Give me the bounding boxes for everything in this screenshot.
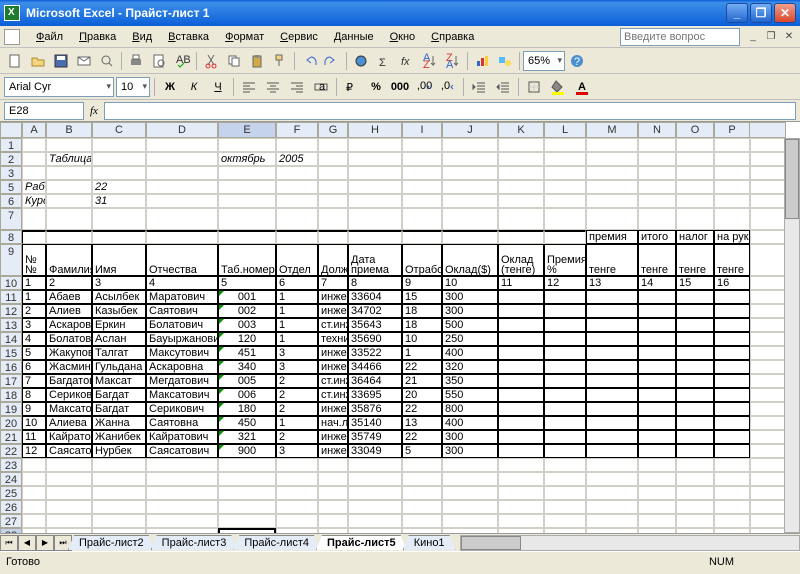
svg-text:a: a — [319, 81, 326, 93]
formatting-toolbar: Arial Cyr 10 Ж К Ч a ₽ % 000 ,00 ,0 A — [0, 74, 800, 100]
svg-text:?: ? — [574, 56, 580, 68]
sheet-tab[interactable]: Прайс-лист2 — [68, 535, 155, 550]
worksheet-area[interactable]: ABCDEFGHIJKLMNOP12Таблица расчета зарпла… — [0, 122, 800, 533]
horizontal-scrollbar[interactable] — [460, 535, 800, 551]
sheet-tab[interactable]: Прайс-лист3 — [151, 535, 238, 550]
menu-Вставка[interactable]: Вставка — [160, 29, 217, 45]
menu-bar: ФайлПравкаВидВставкаФорматСервисДанныеОк… — [0, 26, 800, 48]
dec-decimal-icon[interactable]: ,0 — [437, 76, 459, 98]
window-title: Microsoft Excel - Прайст-лист 1 — [26, 6, 726, 20]
sort-desc-icon[interactable]: ZA — [442, 50, 464, 72]
copy-icon[interactable] — [223, 50, 245, 72]
save-icon[interactable] — [50, 50, 72, 72]
title-bar: Microsoft Excel - Прайст-лист 1 _ ❐ ✕ — [0, 0, 800, 26]
zoom-combo[interactable]: 65% — [523, 51, 565, 71]
svg-text:Σ: Σ — [379, 57, 386, 69]
sort-asc-icon[interactable]: AZ — [419, 50, 441, 72]
cut-icon[interactable] — [200, 50, 222, 72]
align-center-icon[interactable] — [262, 76, 284, 98]
font-color-icon[interactable]: A — [571, 76, 593, 98]
open-icon[interactable] — [27, 50, 49, 72]
autosum-icon[interactable]: Σ — [373, 50, 395, 72]
comma-icon[interactable]: 000 — [389, 76, 411, 98]
drawing-icon[interactable] — [494, 50, 516, 72]
vertical-scrollbar[interactable] — [784, 138, 800, 533]
sheet-tab-bar: ⏮ ◀ ▶ ⏭ Прайс-лист2Прайс-лист3Прайс-лист… — [0, 533, 800, 551]
print-icon[interactable] — [125, 50, 147, 72]
chart-icon[interactable] — [471, 50, 493, 72]
formula-bar: E28 fx — [0, 100, 800, 122]
status-text: Готово — [6, 556, 40, 568]
name-box[interactable]: E28 — [4, 102, 84, 120]
new-icon[interactable] — [4, 50, 26, 72]
svg-text:,00: ,00 — [417, 80, 432, 92]
svg-text:fx: fx — [401, 56, 410, 68]
borders-icon[interactable] — [523, 76, 545, 98]
currency-icon[interactable]: ₽ — [341, 76, 363, 98]
menu-Сервис[interactable]: Сервис — [272, 29, 326, 45]
svg-text:₽: ₽ — [346, 82, 353, 94]
dec-indent-icon[interactable] — [468, 76, 490, 98]
redo-icon[interactable] — [321, 50, 343, 72]
align-left-icon[interactable] — [238, 76, 260, 98]
underline-button[interactable]: Ч — [207, 76, 229, 98]
doc-minimize-button[interactable]: _ — [746, 30, 760, 44]
inc-decimal-icon[interactable]: ,00 — [413, 76, 435, 98]
close-button[interactable]: ✕ — [774, 3, 796, 23]
sheet-tab[interactable]: Прайс-лист4 — [233, 535, 320, 550]
menu-Формат[interactable]: Формат — [217, 29, 272, 45]
percent-icon[interactable]: % — [365, 76, 387, 98]
fx-label: fx — [90, 105, 98, 117]
workbook-icon[interactable] — [4, 29, 20, 45]
help-icon[interactable]: ? — [566, 50, 588, 72]
bold-button[interactable]: Ж — [159, 76, 181, 98]
function-icon[interactable]: fx — [396, 50, 418, 72]
tab-nav-first-icon[interactable]: ⏮ — [0, 535, 18, 551]
svg-text:A: A — [578, 81, 586, 93]
excel-logo-icon — [4, 5, 20, 21]
undo-icon[interactable] — [298, 50, 320, 72]
align-right-icon[interactable] — [286, 76, 308, 98]
merge-icon[interactable]: a — [310, 76, 332, 98]
format-painter-icon[interactable] — [269, 50, 291, 72]
help-question-box[interactable] — [620, 28, 740, 46]
doc-close-button[interactable]: ✕ — [782, 30, 796, 44]
num-lock-indicator: NUM — [709, 556, 734, 568]
sheet-tab[interactable]: Кино1 — [403, 535, 456, 550]
standard-toolbar: ABC Σ fx AZ ZA 65% ? — [0, 48, 800, 74]
doc-restore-button[interactable]: ❐ — [764, 30, 778, 44]
menu-Окно[interactable]: Окно — [382, 29, 424, 45]
fill-color-icon[interactable] — [547, 76, 569, 98]
italic-button[interactable]: К — [183, 76, 205, 98]
font-name-combo[interactable]: Arial Cyr — [4, 77, 114, 97]
svg-text:,0: ,0 — [441, 80, 450, 92]
status-bar: Готово NUM — [0, 551, 800, 571]
inc-indent-icon[interactable] — [492, 76, 514, 98]
search-icon[interactable] — [96, 50, 118, 72]
sheet-tab[interactable]: Прайс-лист5 — [316, 535, 407, 550]
formula-input[interactable] — [104, 102, 796, 120]
paste-icon[interactable] — [246, 50, 268, 72]
hyperlink-icon[interactable] — [350, 50, 372, 72]
preview-icon[interactable] — [148, 50, 170, 72]
minimize-button[interactable]: _ — [726, 3, 748, 23]
maximize-button[interactable]: ❐ — [750, 3, 772, 23]
menu-Вид[interactable]: Вид — [124, 29, 160, 45]
menu-Файл[interactable]: Файл — [28, 29, 71, 45]
spell-icon[interactable]: ABC — [171, 50, 193, 72]
svg-text:A: A — [446, 59, 454, 69]
tab-nav-next-icon[interactable]: ▶ — [36, 535, 54, 551]
menu-Правка[interactable]: Правка — [71, 29, 124, 45]
tab-nav-prev-icon[interactable]: ◀ — [18, 535, 36, 551]
menu-Данные[interactable]: Данные — [326, 29, 382, 45]
menu-Справка[interactable]: Справка — [423, 29, 482, 45]
font-size-combo[interactable]: 10 — [116, 77, 150, 97]
email-icon[interactable] — [73, 50, 95, 72]
svg-text:Z: Z — [423, 59, 430, 69]
